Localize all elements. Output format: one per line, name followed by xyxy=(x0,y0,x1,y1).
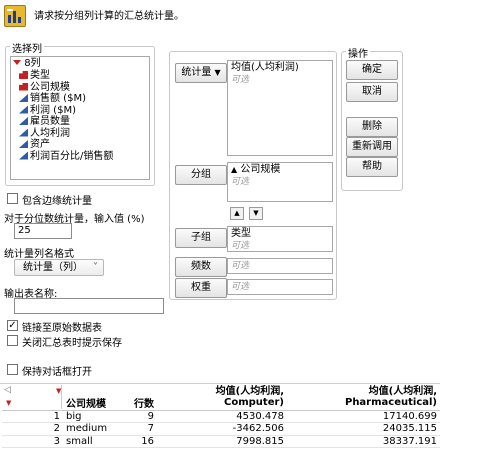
continuous-column-icon xyxy=(19,105,28,114)
n-cell: 16 xyxy=(141,435,154,447)
n-cell: 9 xyxy=(147,410,154,422)
output-name-input[interactable] xyxy=(14,298,164,314)
name-format-select[interactable]: 统计量（列） ˅ xyxy=(14,259,104,276)
keep-open-label: 保持对话框打开 xyxy=(22,367,92,378)
col-header-n[interactable]: 行数 xyxy=(121,385,157,410)
column-list-item[interactable]: 利润 ($M) xyxy=(19,105,147,117)
column-count-label: 8列 xyxy=(24,58,41,69)
freq-optional-hint: 可选 xyxy=(231,261,250,271)
statistics-role-value: 均值(人均利润) xyxy=(231,62,299,73)
column-list-item-label: 人均利润 xyxy=(30,127,70,139)
column-list-item-label: 雇员数量 xyxy=(30,116,70,127)
column-list-item-label: 类型 xyxy=(30,70,50,81)
group-optional-hint: 可选 xyxy=(231,177,250,187)
summary-icon xyxy=(4,5,26,27)
row-index-cell: 3 xyxy=(53,435,60,447)
column-list-item[interactable]: 类型 xyxy=(19,70,147,82)
column-list-item-label: 销售额 ($M) xyxy=(30,93,86,104)
group-role-box[interactable]: ▲ 公司规模 可选 xyxy=(227,162,333,202)
subgroup-button[interactable]: 子组 xyxy=(175,228,227,248)
pharma-mean-cell: 24035.115 xyxy=(382,423,437,435)
statistics-button[interactable]: 统计量 ▼ xyxy=(175,63,227,83)
cancel-button[interactable]: 取消 xyxy=(346,82,398,102)
sort-ascending-button[interactable]: ▲ xyxy=(230,207,244,220)
sort-descending-button[interactable]: ▼ xyxy=(249,207,263,220)
continuous-column-icon xyxy=(19,140,28,148)
name-format-label: 统计量列名格式 xyxy=(4,249,74,260)
weight-button[interactable]: 权重 xyxy=(175,278,227,298)
column-list-item[interactable]: 雇员数量 xyxy=(19,116,147,128)
keep-open-checkbox[interactable] xyxy=(7,364,18,375)
computer-mean-cell: -3462.506 xyxy=(232,423,284,435)
dropdown-arrow-icon: ▼ xyxy=(214,68,221,77)
pharma-mean-cell: 17140.699 xyxy=(382,410,437,422)
col-header-computer[interactable]: 均值(人均利润, Computer) xyxy=(157,385,287,410)
ok-button[interactable]: 确定 xyxy=(346,60,398,80)
computer-mean-cell: 7998.815 xyxy=(236,435,284,447)
remove-button[interactable]: 删除 xyxy=(346,117,398,137)
recall-button[interactable]: 重新调用 xyxy=(346,137,398,157)
statistics-optional-hint: 可选 xyxy=(231,75,250,85)
table-divider xyxy=(0,383,440,384)
column-list-item-label: 公司规模 xyxy=(30,81,70,93)
weight-role-box[interactable]: 可选 xyxy=(227,279,333,295)
subgroup-role-box[interactable]: 类型 可选 xyxy=(227,226,333,252)
column-list-item-label: 利润 ($M) xyxy=(30,104,76,116)
size-cell: big xyxy=(66,410,82,422)
n-cell: 7 xyxy=(147,423,154,435)
group-button[interactable]: 分组 xyxy=(175,165,227,185)
subgroup-optional-hint: 可选 xyxy=(231,241,250,251)
continuous-column-icon xyxy=(19,117,28,125)
help-button[interactable]: 帮助 xyxy=(346,157,398,177)
chevron-down-icon: ˅ xyxy=(93,262,98,273)
continuous-column-icon xyxy=(19,94,28,102)
nominal-column-icon xyxy=(19,71,28,79)
computer-mean-cell: 4530.478 xyxy=(236,410,284,422)
name-format-value: 统计量（列） xyxy=(23,262,83,273)
expand-triangle-icon[interactable] xyxy=(13,60,21,65)
row-index-cell: 1 xyxy=(53,410,60,422)
table-row[interactable]: 3 small 16 7998.815 38337.191 xyxy=(2,435,440,448)
columns-listbox[interactable]: 8列 类型 公司规模 销售额 ($M) 利润 ($M) 雇员数量 人均利润 资产 利润百分比/… xyxy=(10,56,150,180)
instruction-text: 请求按分组列计算的汇总统计量。 xyxy=(34,11,184,22)
statistics-role-box[interactable]: 均值(人均利润) 可选 xyxy=(227,60,333,156)
group-role-value: 公司规模 xyxy=(240,164,281,175)
prompt-save-checkbox[interactable] xyxy=(7,335,18,346)
column-list-item[interactable]: 人均利润 xyxy=(19,128,147,140)
column-list-item[interactable]: 利润百分比/销售额 xyxy=(19,151,147,163)
column-list-item[interactable]: 销售额 ($M) xyxy=(19,93,147,105)
weight-optional-hint: 可选 xyxy=(231,282,250,292)
column-list-item-label: 利润百分比/销售额 xyxy=(30,150,114,162)
subgroup-role-value: 类型 xyxy=(231,228,251,239)
freq-button[interactable]: 频数 xyxy=(175,257,227,277)
row-index-cell: 2 xyxy=(53,423,60,435)
size-cell: small xyxy=(66,435,93,447)
table-row[interactable]: 1 big 9 4530.478 17140.699 xyxy=(2,410,440,423)
actions-legend: 操作 xyxy=(346,45,370,60)
link-original-label: 链接至原始数据表 xyxy=(22,323,102,334)
column-list-item[interactable]: 资产 xyxy=(19,139,147,151)
sort-triangle-icon: ▲ xyxy=(231,165,238,174)
pharma-mean-cell: 38337.191 xyxy=(382,435,437,447)
col-header-pharma[interactable]: 均值(人均利润, Pharmaceutical) xyxy=(287,385,440,410)
include-marginal-checkbox[interactable] xyxy=(7,193,18,204)
freq-role-box[interactable]: 可选 xyxy=(227,258,333,274)
continuous-column-icon xyxy=(19,128,28,137)
select-columns-legend: 选择列 xyxy=(10,40,44,55)
link-original-checkbox[interactable]: ✓ xyxy=(7,320,18,331)
quantile-input[interactable]: 25 xyxy=(14,223,72,239)
include-marginal-label: 包含边缘统计量 xyxy=(22,196,92,207)
prompt-save-label: 关闭汇总表时提示保存 xyxy=(22,338,122,349)
col-header-size[interactable]: 公司规模 xyxy=(63,385,121,410)
size-cell: medium xyxy=(66,423,108,435)
nominal-column-icon xyxy=(19,82,28,91)
table-row[interactable]: 2 medium 7 -3462.506 24035.115 xyxy=(2,423,440,435)
result-table: 公司规模 行数 均值(人均利润, Computer) 均值(人均利润, Phar… xyxy=(2,385,440,448)
continuous-column-icon xyxy=(19,151,28,160)
column-list-item[interactable]: 公司规模 xyxy=(19,82,147,94)
column-list-item-label: 资产 xyxy=(30,139,50,150)
